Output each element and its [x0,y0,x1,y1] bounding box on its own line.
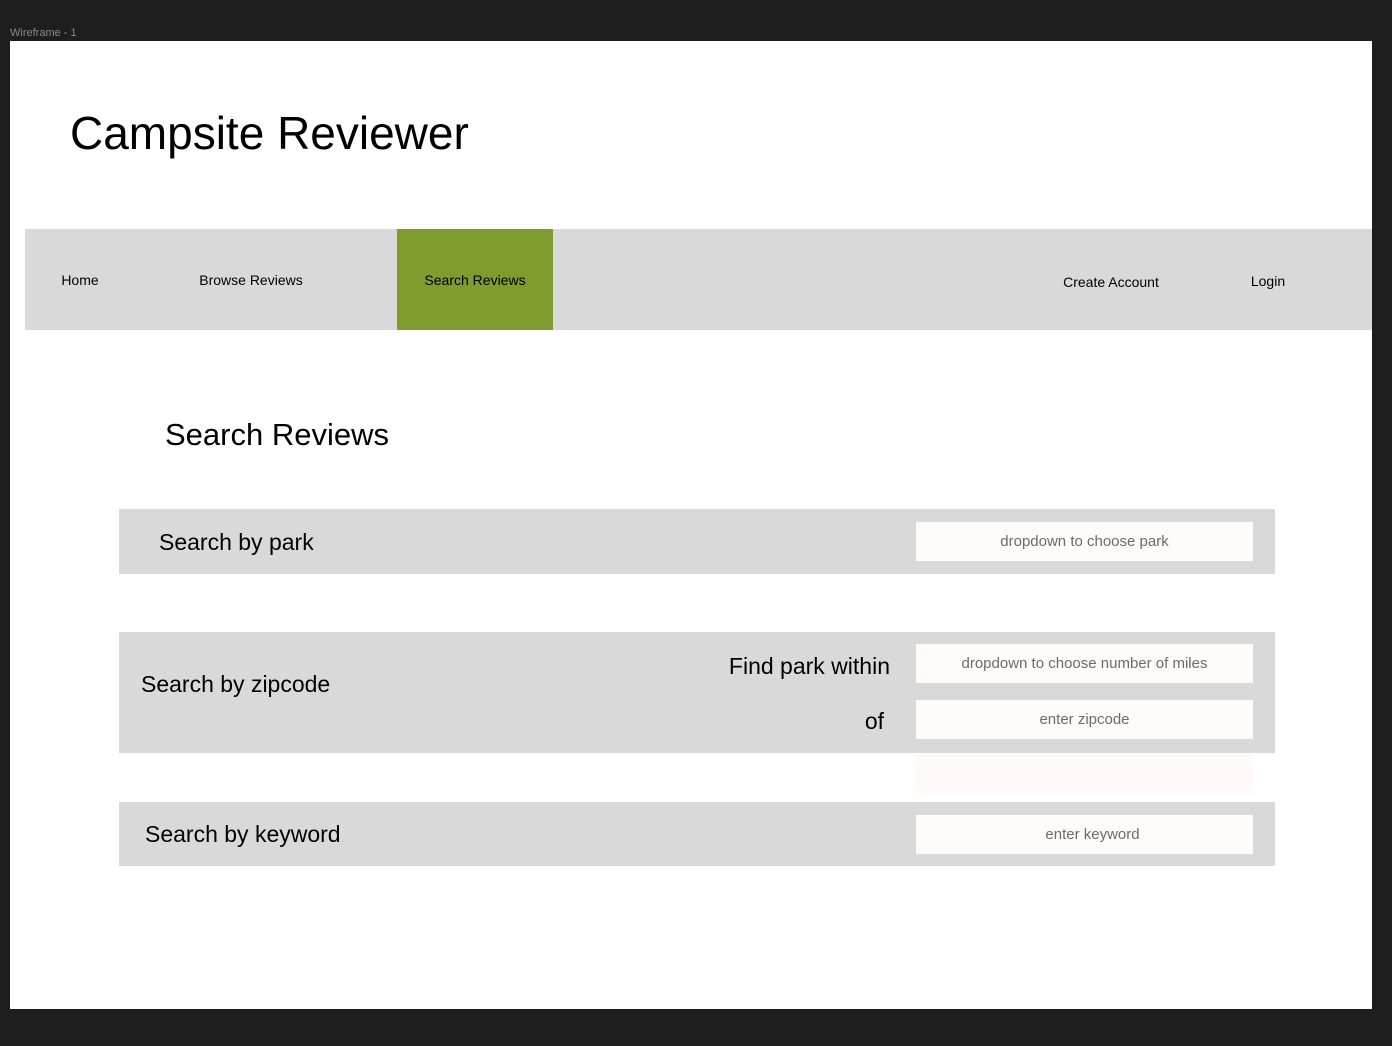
miles-dropdown[interactable]: dropdown to choose number of miles [916,644,1253,683]
page-title: Search Reviews [165,417,389,452]
search-by-keyword-label: Search by keyword [145,821,341,847]
keyword-input[interactable]: enter keyword [916,815,1253,854]
frame-label: Wireframe - 1 [10,27,77,39]
zipcode-input[interactable]: enter zipcode [916,700,1253,739]
park-dropdown[interactable]: dropdown to choose park [916,522,1253,561]
search-by-park-panel: Search by park dropdown to choose park [119,509,1275,574]
nav-item-login[interactable]: Login [1240,230,1296,331]
nav-item-home[interactable]: Home [40,229,120,330]
search-by-park-label: Search by park [159,529,314,555]
search-by-keyword-panel: Search by keyword enter keyword [119,802,1275,866]
search-by-zipcode-label: Search by zipcode [141,671,331,697]
nav-item-browse-reviews[interactable]: Browse Reviews [185,229,317,330]
of-label: of [864,708,884,734]
empty-field-placeholder [916,755,1253,794]
find-park-within-label: Find park within [728,653,890,679]
wireframe-canvas: Campsite Reviewer Home Browse Reviews Se… [10,41,1372,1009]
search-by-zipcode-panel: Search by zipcode Find park within dropd… [119,632,1275,753]
nav-bar: Home Browse Reviews Search Reviews Creat… [25,229,1372,330]
app-title: Campsite Reviewer [70,107,469,159]
nav-item-search-reviews[interactable]: Search Reviews [397,229,553,330]
nav-item-create-account[interactable]: Create Account [1051,231,1171,332]
